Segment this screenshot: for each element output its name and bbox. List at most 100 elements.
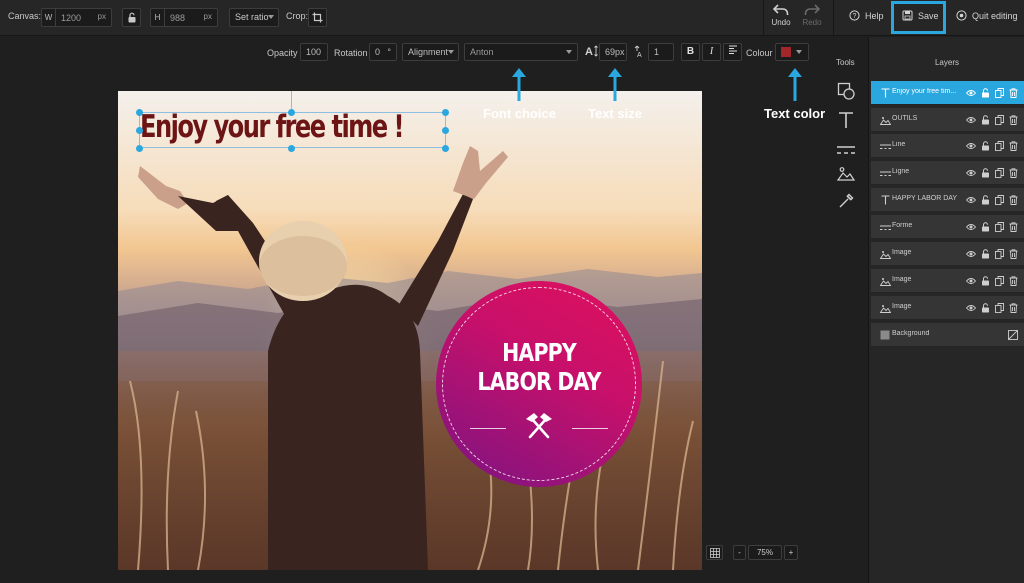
eye-icon[interactable] — [966, 194, 976, 205]
help-button[interactable]: ? Help — [849, 10, 884, 21]
lock-ratio-button[interactable] — [122, 8, 141, 27]
unlock-icon[interactable] — [980, 221, 990, 232]
layer-actions — [966, 302, 1018, 313]
zoom-out-button[interactable]: - — [733, 545, 746, 560]
resize-handle-bottom-left[interactable] — [136, 145, 143, 152]
resize-handle-top-right[interactable] — [442, 109, 449, 116]
trash-icon[interactable] — [1008, 114, 1018, 125]
image-layer-icon — [879, 275, 891, 287]
layer-row[interactable]: Background — [871, 323, 1024, 347]
eye-icon[interactable] — [966, 87, 976, 98]
eye-icon[interactable] — [966, 275, 976, 286]
unlock-icon[interactable] — [980, 302, 990, 313]
resize-handle-right[interactable] — [442, 127, 449, 134]
labor-day-badge[interactable]: HAPPY LABOR DAY — [436, 281, 642, 487]
rotation-input[interactable]: 0 ° — [369, 43, 397, 61]
layer-row[interactable]: OUTILS — [871, 108, 1024, 132]
opacity-input[interactable]: 100 — [300, 43, 328, 61]
duplicate-icon[interactable] — [994, 275, 1004, 286]
shapes-tool-button[interactable] — [836, 81, 856, 101]
duplicate-icon[interactable] — [994, 140, 1004, 151]
undo-button[interactable]: Undo — [766, 4, 796, 27]
unlock-icon[interactable] — [980, 248, 990, 259]
bold-label: B — [686, 46, 695, 57]
background-layer-icon — [879, 329, 891, 341]
layer-row[interactable]: Enjoy your free tim... — [871, 81, 1024, 105]
font-select[interactable]: Anton — [464, 43, 578, 61]
layer-row[interactable]: Image — [871, 242, 1024, 266]
duplicate-icon[interactable] — [994, 302, 1004, 313]
line-tool-button[interactable] — [836, 140, 856, 160]
redo-button[interactable]: Redo — [797, 4, 827, 27]
unlock-icon[interactable] — [980, 87, 990, 98]
layer-row[interactable]: Image — [871, 269, 1024, 293]
duplicate-icon[interactable] — [994, 87, 1004, 98]
layer-name: OUTILS — [892, 115, 918, 122]
quit-editing-button[interactable]: Quit editing — [956, 10, 1018, 21]
canvas-width-field[interactable]: W 1200 px — [41, 8, 112, 27]
resize-handle-top-left[interactable] — [136, 109, 143, 116]
resize-handle-top[interactable] — [288, 109, 295, 116]
layer-row[interactable]: Forme — [871, 215, 1024, 239]
duplicate-icon[interactable] — [994, 167, 1004, 178]
trash-icon[interactable] — [1008, 167, 1018, 178]
text-layer-icon — [879, 194, 891, 206]
image-icon — [879, 116, 891, 125]
alignment-select[interactable]: Alignment — [402, 43, 459, 61]
italic-button[interactable]: I — [702, 43, 721, 61]
layer-row[interactable]: HAPPY LABOR DAY — [871, 188, 1024, 212]
trash-icon[interactable] — [1008, 140, 1018, 151]
duplicate-icon[interactable] — [994, 221, 1004, 232]
duplicate-icon[interactable] — [994, 194, 1004, 205]
resize-handle-left[interactable] — [136, 127, 143, 134]
trash-icon[interactable] — [1008, 87, 1018, 98]
layer-row[interactable]: Image — [871, 296, 1024, 320]
align-left-button[interactable] — [723, 43, 742, 61]
eye-icon[interactable] — [966, 248, 976, 259]
unlock-icon[interactable] — [980, 275, 990, 286]
close-circle-icon — [956, 10, 967, 21]
unlock-icon[interactable] — [980, 140, 990, 151]
unlock-icon[interactable] — [980, 114, 990, 125]
layer-row[interactable]: Line — [871, 134, 1024, 158]
zoom-level-input[interactable]: 75% — [748, 545, 782, 560]
canvas-headline-text[interactable]: Enjoy your free time ! — [140, 109, 405, 145]
trash-icon[interactable] — [1008, 248, 1018, 259]
trash-icon[interactable] — [1008, 221, 1018, 232]
top-toolbar: Canvas: W 1200 px H 988 px Set ratio Cro… — [0, 0, 1024, 36]
eye-icon[interactable] — [966, 167, 976, 178]
eye-icon[interactable] — [966, 140, 976, 151]
opacity-label: Opacity — [267, 48, 298, 58]
trash-icon[interactable] — [1008, 275, 1018, 286]
grid-toggle-button[interactable] — [706, 545, 723, 560]
letter-spacing-input[interactable]: 1 — [648, 43, 674, 61]
trash-icon[interactable] — [1008, 194, 1018, 205]
zoom-in-button[interactable]: + — [784, 545, 798, 560]
eye-icon[interactable] — [966, 302, 976, 313]
crop-button[interactable] — [308, 8, 327, 27]
duplicate-icon[interactable] — [994, 248, 1004, 259]
design-canvas[interactable]: Enjoy your free time ! HAPPY LABOR DAY — [118, 91, 702, 570]
trash-icon[interactable] — [1008, 302, 1018, 313]
resize-handle-bottom[interactable] — [288, 145, 295, 152]
colour-picker[interactable] — [775, 43, 809, 61]
font-size-input[interactable]: 69px — [599, 43, 627, 61]
eye-icon[interactable] — [966, 114, 976, 125]
no-fill-icon[interactable] — [1008, 329, 1018, 340]
set-ratio-select[interactable]: Set ratio — [229, 8, 279, 27]
line-icon — [879, 225, 891, 230]
width-unit: px — [97, 12, 106, 21]
unlock-icon[interactable] — [980, 167, 990, 178]
eyedropper-tool-button[interactable] — [836, 191, 856, 211]
canvas-height-field[interactable]: H 988 px — [150, 8, 218, 27]
image-tool-button[interactable] — [836, 164, 856, 184]
resize-handle-bottom-right[interactable] — [442, 145, 449, 152]
bold-button[interactable]: B — [681, 43, 700, 61]
duplicate-icon[interactable] — [994, 114, 1004, 125]
unlock-icon[interactable] — [980, 194, 990, 205]
layer-row[interactable]: Ligne — [871, 161, 1024, 185]
text-icon — [881, 195, 889, 205]
eye-icon[interactable] — [966, 221, 976, 232]
text-tool-button[interactable] — [836, 110, 856, 130]
colour-label: Colour — [746, 48, 773, 58]
